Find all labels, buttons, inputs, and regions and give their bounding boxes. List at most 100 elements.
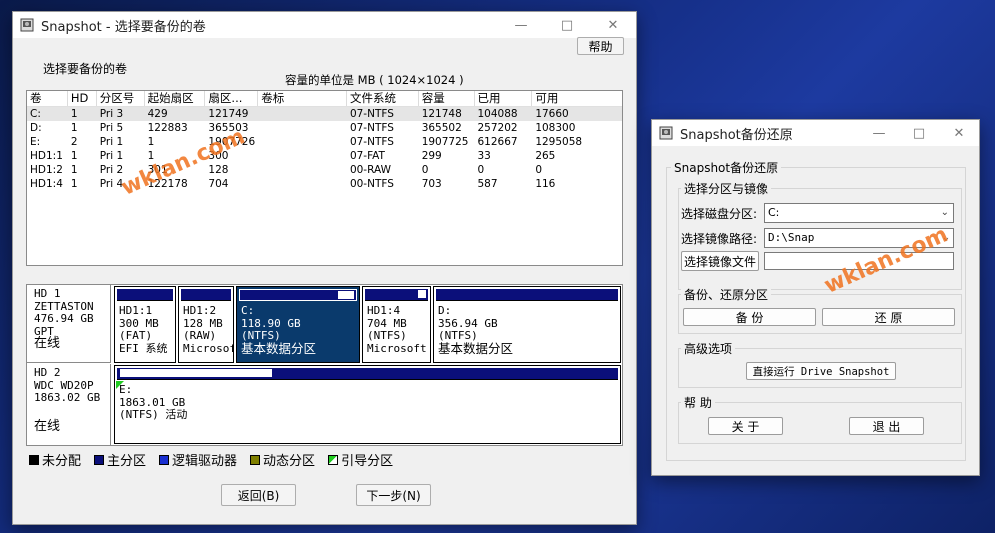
help-group-label: 帮 助	[681, 394, 715, 411]
partition-line: (NTFS)	[367, 329, 407, 342]
table-cell: HD1:1	[30, 150, 63, 162]
chevron-down-icon: ⌄	[940, 207, 949, 218]
legend-swatch	[94, 454, 105, 465]
partition-d[interactable]: D: 356.94 GB (NTFS) 基本数据分区	[433, 286, 621, 363]
table-cell: 704	[208, 178, 229, 190]
table-row[interactable]: HD1:1 1 Pri 1 1 300 07-FAT 299 33 265	[27, 149, 622, 163]
main-window-title: Snapshot - 选择要备份的卷	[41, 19, 206, 35]
maximize-icon[interactable]: □	[899, 120, 939, 146]
backup-group-label: 备份、还原分区	[681, 286, 772, 303]
legend-swatch	[250, 454, 261, 465]
table-row[interactable]: HD1:4 1 Pri 4 122178 704 00-NTFS 703 587 116	[27, 177, 622, 191]
table-cell: 00-NTFS	[349, 178, 394, 190]
image-file-input[interactable]	[764, 252, 954, 270]
partition-hd1-2[interactable]: HD1:2 128 MB (RAW) Microsof	[178, 286, 234, 363]
disk2-line: 在线	[34, 418, 61, 434]
table-cell: 257202	[477, 122, 518, 134]
table-cell: 1907725	[421, 136, 469, 148]
outer-group-label: Snapshot备份还原	[671, 159, 782, 176]
maximize-icon[interactable]: □	[544, 12, 590, 38]
table-cell	[258, 163, 347, 177]
table-cell: 121749	[208, 108, 249, 120]
disk1-line: HD 1	[34, 287, 61, 300]
table-cell: 108300	[535, 122, 576, 134]
help-button[interactable]: 帮助	[577, 37, 624, 55]
legend-swatch	[328, 454, 339, 465]
table-row[interactable]: HD1:2 1 Pri 2 301 128 00-RAW 0 0 0	[27, 163, 622, 177]
minimize-icon[interactable]: —	[498, 12, 544, 38]
disk2-info: HD 2 WDC WD20P 1863.02 GB 在线	[27, 364, 111, 445]
table-cell: 299	[421, 150, 442, 162]
partition-line: (NTFS) 活动	[119, 408, 188, 421]
exit-button[interactable]: 退 出	[849, 417, 924, 435]
back-button[interactable]: 返回(B)	[221, 484, 296, 506]
table-cell: 0	[477, 164, 485, 176]
table-cell: HD1:4	[30, 178, 63, 190]
main-titlebar: Snapshot - 选择要备份的卷 — □ ✕	[13, 12, 636, 38]
partition-line: Microsoft	[367, 341, 427, 355]
partition-e[interactable]: E: 1863.01 GB (NTFS) 活动	[114, 365, 621, 444]
disk-map: HD 1 ZETTASTON 476.94 GB GPT 在线 HD1:1 30…	[26, 284, 623, 446]
partition-line: 基本数据分区	[241, 340, 317, 356]
table-cell: 0	[421, 164, 429, 176]
table-cell	[258, 177, 347, 191]
table-cell: 33	[477, 150, 491, 162]
legend-swatch	[159, 454, 170, 465]
table-row[interactable]: C: 1 Pri 3 429 121749 07-NTFS 121748 104088 1766…	[27, 107, 622, 121]
col-sectors[interactable]: 扇区...	[205, 91, 259, 106]
col-capacity[interactable]: 容量	[419, 91, 475, 106]
main-window: Snapshot - 选择要备份的卷 — □ ✕ 帮助 选择要备份的卷 容量的单…	[12, 11, 637, 525]
partition-hd1-4[interactable]: HD1:4 704 MB (NTFS) Microsoft	[362, 286, 431, 363]
partition-hd1-1[interactable]: HD1:1 300 MB (FAT) EFI 系统	[114, 286, 176, 363]
run-drive-snapshot-button[interactable]: 直接运行 Drive Snapshot	[746, 362, 896, 380]
col-used[interactable]: 已用	[475, 91, 533, 106]
legend-logical: 逻辑驱动器	[159, 450, 237, 469]
close-icon[interactable]: ✕	[590, 12, 636, 38]
table-cell: 07-FAT	[349, 150, 385, 162]
col-hd[interactable]: HD	[68, 91, 97, 106]
advanced-group-label: 高级选项	[681, 340, 736, 357]
volume-list-header: 卷 HD 分区号 起始扇区 扇区... 卷标 文件系统 容量 已用 可用	[27, 91, 622, 107]
partition-line: (RAW)	[183, 329, 217, 342]
legend-swatch	[29, 454, 39, 465]
table-row[interactable]: E: 2 Pri 1 1 1907726 07-NTFS 1907725 612667 1295…	[27, 135, 622, 149]
select-volume-label: 选择要备份的卷	[43, 62, 128, 76]
col-partition-no[interactable]: 分区号	[97, 91, 145, 106]
about-button[interactable]: 关 于	[708, 417, 783, 435]
disk2-line: HD 2	[34, 366, 61, 379]
next-button[interactable]: 下一步(N)	[356, 484, 431, 506]
col-free[interactable]: 可用	[532, 91, 622, 106]
col-filesystem[interactable]: 文件系统	[347, 91, 419, 106]
table-cell: 1907726	[208, 136, 256, 148]
table-cell	[258, 121, 347, 135]
col-volume[interactable]: 卷	[27, 91, 68, 106]
minimize-icon[interactable]: —	[859, 120, 899, 146]
disk-partition-value: C:	[768, 206, 780, 219]
backup-button[interactable]: 备 份	[683, 308, 816, 326]
partition-line: HD1:4	[367, 304, 401, 317]
select-image-file-button[interactable]: 选择镜像文件	[681, 251, 759, 271]
image-path-label: 选择镜像路径:	[681, 232, 758, 246]
select-group-label: 选择分区与镜像	[681, 180, 772, 197]
restore-button[interactable]: 还 原	[822, 308, 955, 326]
col-label[interactable]: 卷标	[258, 91, 347, 106]
partition-bar	[181, 289, 231, 301]
table-cell: 1	[147, 150, 155, 162]
col-start-sector[interactable]: 起始扇区	[145, 91, 206, 106]
table-row[interactable]: D: 1 Pri 5 122883 365503 07-NTFS 365502 257202 1…	[27, 121, 622, 135]
legend: 未分配 主分区 逻辑驱动器 动态分区 引导分区	[29, 450, 406, 469]
partition-line: Microsof	[183, 341, 234, 355]
table-cell: 2	[70, 136, 78, 148]
table-cell: E:	[30, 136, 41, 148]
partition-c[interactable]: C: 118.90 GB (NTFS) 基本数据分区	[236, 286, 360, 363]
table-cell: 07-NTFS	[349, 108, 394, 120]
disk-partition-select[interactable]: C: ⌄	[764, 203, 954, 223]
snapshot-app-icon	[658, 125, 674, 141]
volume-list[interactable]: 卷 HD 分区号 起始扇区 扇区... 卷标 文件系统 容量 已用 可用 C: 1…	[26, 90, 623, 266]
image-path-select[interactable]: D:\Snap ⌄	[764, 228, 954, 248]
legend-label: 主分区	[107, 454, 147, 469]
table-cell: Pri 1	[99, 136, 124, 148]
partition-bar	[117, 289, 173, 301]
close-icon[interactable]: ✕	[939, 120, 979, 146]
table-cell: 17660	[535, 108, 569, 120]
